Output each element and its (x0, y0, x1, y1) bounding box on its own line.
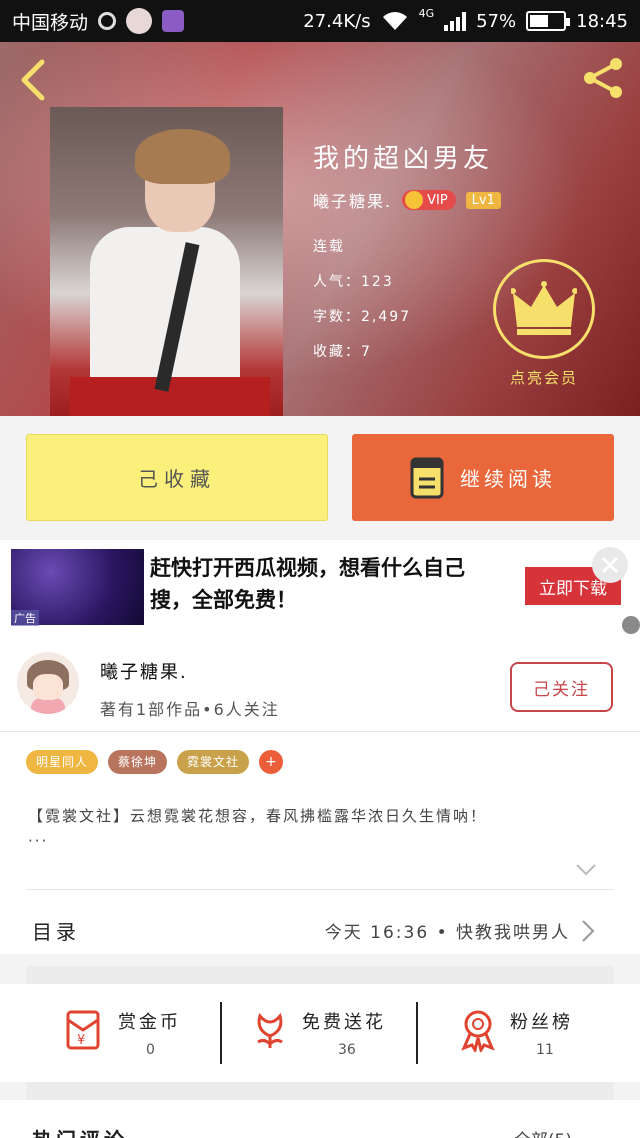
vip-label: VIP (427, 192, 448, 208)
crown-icon (405, 191, 424, 209)
book-title: 我的超凶男友 (313, 144, 494, 174)
battery-icon (526, 11, 571, 31)
ad-text[interactable]: 赶快打开西瓜视频，想看什么自己搜，全部免费！ (150, 552, 500, 616)
network-speed: 27.4K/s (303, 10, 371, 32)
ad-tag: 广告 (11, 610, 39, 626)
status-bar: 中国移动 27.4K/s 4G 57% 18:45 (0, 0, 640, 42)
book-cover[interactable] (50, 107, 283, 416)
back-icon[interactable] (18, 58, 48, 106)
book-status: 连载 (313, 239, 345, 255)
divider (26, 889, 614, 890)
author-card: 曦子糖果. 著有1部作品•6人关注 己关注 (0, 634, 640, 732)
book-info: 明星同人 蔡徐坤 霓裳文社 + 【霓裳文社】云想霓裳花想容，春风拂槛露华浓日久生… (0, 732, 640, 954)
notification-icon (98, 12, 117, 30)
book-header: 我的超凶男友 曦子糖果. VIP Lv1 连载 人气：123 字数：2,497 … (0, 42, 640, 416)
ad-info-icon[interactable] (622, 616, 640, 634)
toc-latest-chapter[interactable]: 今天 16:36 • 快教我哄男人 (325, 918, 570, 943)
comments-section: 热门评论 全部(5) (0, 1100, 640, 1138)
signal-icon (444, 11, 467, 31)
crown-icon (511, 281, 577, 335)
stat-label: 赏金币 (118, 1012, 181, 1033)
chevron-right-icon[interactable] (580, 918, 596, 948)
stat-value: 36 (338, 1042, 356, 1058)
wifi-icon (381, 11, 409, 31)
book-word-count: 字数：2,497 (313, 309, 412, 325)
comments-title: 热门评论 (32, 1124, 128, 1138)
clock: 18:45 (576, 10, 628, 32)
member-label[interactable]: 点亮会员 (488, 367, 600, 388)
ad-banner[interactable]: 广告 赶快打开西瓜视频，想看什么自己搜，全部免费！ 立即下载 (0, 540, 640, 634)
member-button[interactable] (493, 259, 595, 359)
continue-reading-button[interactable]: 继续阅读 (352, 434, 614, 521)
tag-item[interactable]: 明星同人 (26, 750, 99, 774)
book-popularity: 人气：123 (313, 274, 394, 290)
continue-reading-label: 继续阅读 (460, 467, 556, 491)
book-description: 【霓裳文社】云想霓裳花想容，春风拂槛露华浓日久生情呐！··· (28, 807, 488, 850)
stat-label: 免费送花 (302, 1012, 386, 1033)
app-notification-icon (126, 8, 153, 34)
author-card-subtitle: 著有1部作品•6人关注 (100, 700, 280, 719)
chevron-down-icon[interactable] (575, 862, 597, 881)
toc-label[interactable]: 目录 (32, 916, 80, 945)
network-type: 4G (418, 6, 435, 20)
action-bar: 己收藏 继续阅读 (0, 416, 640, 540)
section-divider (26, 966, 614, 984)
stat-label: 粉丝榜 (510, 1012, 573, 1033)
level-badge: Lv1 (465, 191, 501, 209)
stat-value: 0 (146, 1042, 155, 1058)
svg-text:¥: ¥ (77, 1033, 85, 1048)
share-icon[interactable] (580, 56, 626, 104)
book-favorites: 收藏：7 (313, 344, 372, 360)
stat-flowers[interactable]: 免费送花 36 (222, 984, 416, 1082)
tag-item[interactable]: 霓裳文社 (177, 750, 250, 774)
carrier-label: 中国移动 (12, 11, 89, 34)
book-icon (410, 457, 444, 499)
section-divider (26, 1082, 614, 1100)
author-card-name[interactable]: 曦子糖果. (100, 658, 188, 684)
stat-coins[interactable]: ¥ 赏金币 0 (0, 984, 220, 1082)
battery-percent: 57% (476, 10, 517, 32)
stat-fans[interactable]: 粉丝榜 11 (418, 984, 640, 1082)
gallery-icon (162, 10, 185, 32)
author-row: 曦子糖果. VIP Lv1 (313, 188, 501, 212)
stats-bar: ¥ 赏金币 0 免费送花 36 粉丝榜 11 (0, 984, 640, 1082)
all-comments-link[interactable]: 全部(5) (514, 1126, 572, 1138)
tag-list: 明星同人 蔡徐坤 霓裳文社 + (26, 750, 284, 774)
add-tag-button[interactable]: + (259, 750, 284, 774)
red-envelope-icon: ¥ (62, 1008, 106, 1052)
flower-icon (248, 1008, 292, 1052)
stat-value: 11 (536, 1042, 554, 1058)
favorite-button[interactable]: 己收藏 (26, 434, 328, 521)
tag-item[interactable]: 蔡徐坤 (108, 750, 168, 774)
vip-badge: VIP (402, 190, 456, 210)
medal-icon (456, 1008, 500, 1054)
author-name[interactable]: 曦子糖果. (313, 188, 392, 212)
follow-button[interactable]: 己关注 (510, 662, 613, 712)
avatar[interactable] (17, 652, 79, 714)
ad-close-icon[interactable] (592, 547, 628, 583)
